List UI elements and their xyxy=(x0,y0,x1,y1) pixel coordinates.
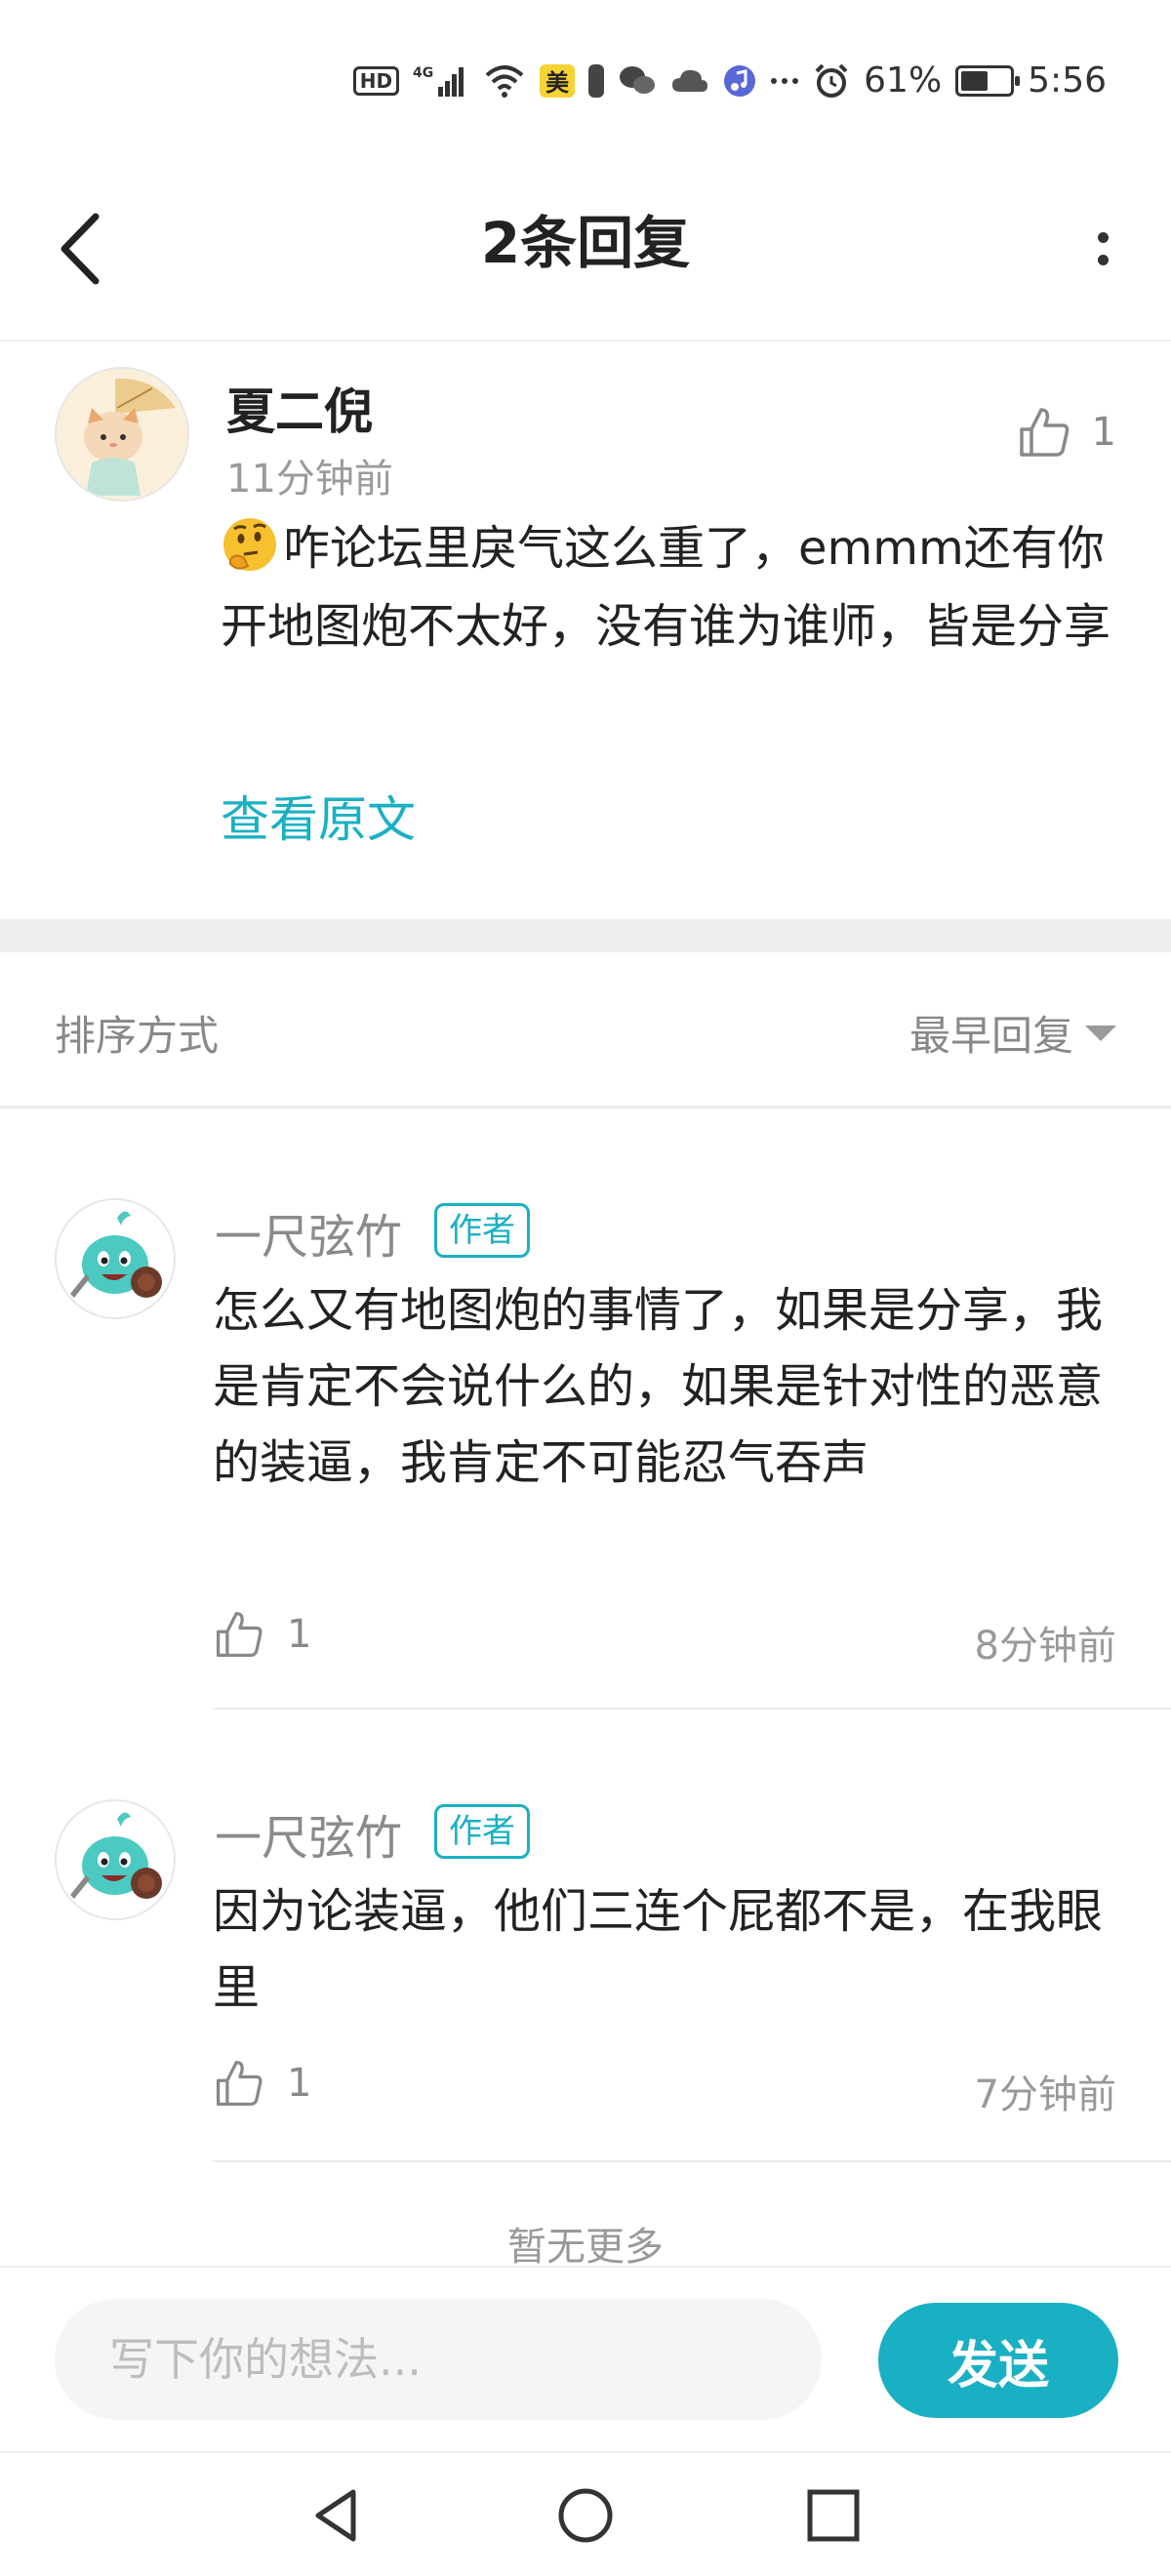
meituan-icon: 美 xyxy=(540,63,576,98)
reply-text: 因为论装逼，他们三连个屁都不是，在我眼里 xyxy=(213,1884,1104,2015)
signal-icon: 4G xyxy=(413,63,469,99)
more-dot-icon xyxy=(1097,255,1109,265)
section-divider xyxy=(0,919,1171,952)
battery-level-fill xyxy=(961,70,989,91)
reply-item: 一尺弦竹 作者 因为论装逼，他们三连个屁都不是，在我眼里 1 7分钟前 xyxy=(0,1710,1171,2162)
comment-input[interactable] xyxy=(55,2299,822,2420)
avatar[interactable] xyxy=(55,367,189,502)
alarm-icon xyxy=(813,63,850,99)
reply-item: 一尺弦竹 作者 怎么又有地图炮的事情了，如果是分享，我是肯定不会说什么的，如果是… xyxy=(0,1108,1171,1713)
clock: 5:56 xyxy=(1028,60,1107,101)
more-notifications-icon xyxy=(770,63,799,99)
battery-percent: 61% xyxy=(864,60,943,101)
post-time: 11分钟前 xyxy=(226,457,393,502)
view-original-link[interactable]: 查看原文 xyxy=(221,781,416,851)
reply-time: 8分钟前 xyxy=(974,1624,1116,1669)
nav-home-button[interactable] xyxy=(550,2480,621,2551)
thumbs-up-icon xyxy=(1016,404,1072,461)
wifi-icon xyxy=(483,63,526,99)
like-button[interactable]: 1 xyxy=(213,2057,311,2110)
triangle-back-icon xyxy=(315,2489,356,2542)
avatar[interactable] xyxy=(55,1198,176,1319)
wechat-icon xyxy=(618,63,657,99)
more-options-button[interactable] xyxy=(1083,215,1122,283)
like-count: 1 xyxy=(1091,410,1116,455)
reply-author-name[interactable]: 一尺弦竹 xyxy=(215,1799,402,1868)
author-badge: 作者 xyxy=(434,1203,530,1258)
comment-text: 咋论坛里戾气这么重了，emmm还有你开地图炮不太好，没有谁为谁师，皆是分享 xyxy=(221,509,1128,665)
cat-with-umbrella-avatar-icon xyxy=(57,369,187,500)
music-icon xyxy=(723,63,756,99)
reply-divider xyxy=(213,2160,1171,2162)
more-dot-icon xyxy=(1097,232,1109,243)
original-comment: 夏二倪 11分钟前 1 咋论坛里戾气这么重了，emmm还有你开地图炮不太好，没有… xyxy=(0,343,1171,919)
hd-icon: HD xyxy=(352,65,400,96)
caret-down-icon xyxy=(1085,1025,1116,1041)
status-bar: HD 4G 美 61% 5:56 xyxy=(0,0,1171,166)
sort-dropdown[interactable]: 最早回复 xyxy=(909,1003,1116,1063)
thinking-face-icon xyxy=(221,515,279,574)
author-badge: 作者 xyxy=(434,1804,530,1859)
slime-warrior-avatar-icon xyxy=(57,1200,174,1317)
system-navigation-bar xyxy=(0,2451,1171,2576)
author-name[interactable]: 夏二倪 xyxy=(226,373,373,443)
nav-back-button[interactable] xyxy=(303,2480,373,2551)
like-count: 1 xyxy=(287,1612,312,1657)
reply-author-name[interactable]: 一尺弦竹 xyxy=(215,1198,402,1267)
thumbs-up-icon xyxy=(213,1608,265,1661)
like-button[interactable]: 1 xyxy=(213,1608,311,1661)
network-type-label: 4G xyxy=(413,65,433,81)
sort-bar: 排序方式 最早回复 xyxy=(0,952,1171,1108)
nav-recents-button[interactable] xyxy=(798,2480,868,2551)
page-title: 2条回复 xyxy=(480,210,691,276)
app-header: 2条回复 xyxy=(0,166,1171,342)
reply-time: 7分钟前 xyxy=(974,2073,1116,2117)
circle-home-icon xyxy=(558,2488,613,2543)
square-recents-icon xyxy=(807,2489,860,2542)
like-count: 1 xyxy=(287,2061,312,2106)
comment-body: 咋论坛里戾气这么重了，emmm还有你开地图炮不太好，没有谁为谁师，皆是分享 xyxy=(221,521,1111,654)
slime-warrior-avatar-icon xyxy=(57,1801,174,1918)
thumbs-up-icon xyxy=(213,2057,265,2110)
battery-saver-icon xyxy=(588,63,605,98)
status-icons: HD 4G 美 61% 5:56 xyxy=(352,60,1107,101)
like-button[interactable]: 1 xyxy=(1016,404,1116,461)
battery-icon xyxy=(955,64,1021,97)
avatar[interactable] xyxy=(55,1799,176,1920)
send-button[interactable]: 发送 xyxy=(878,2303,1118,2418)
sort-label: 排序方式 xyxy=(55,1012,220,1060)
reply-text: 怎么又有地图炮的事情了，如果是分享，我是肯定不会说什么的，如果是针对性的恶意的装… xyxy=(213,1283,1104,1490)
comment-composer: 发送 xyxy=(0,2266,1171,2451)
cloud-icon xyxy=(670,63,709,99)
no-more-indicator: 暂无更多 xyxy=(507,2225,664,2270)
sort-selected-value: 最早回复 xyxy=(909,1012,1073,1060)
